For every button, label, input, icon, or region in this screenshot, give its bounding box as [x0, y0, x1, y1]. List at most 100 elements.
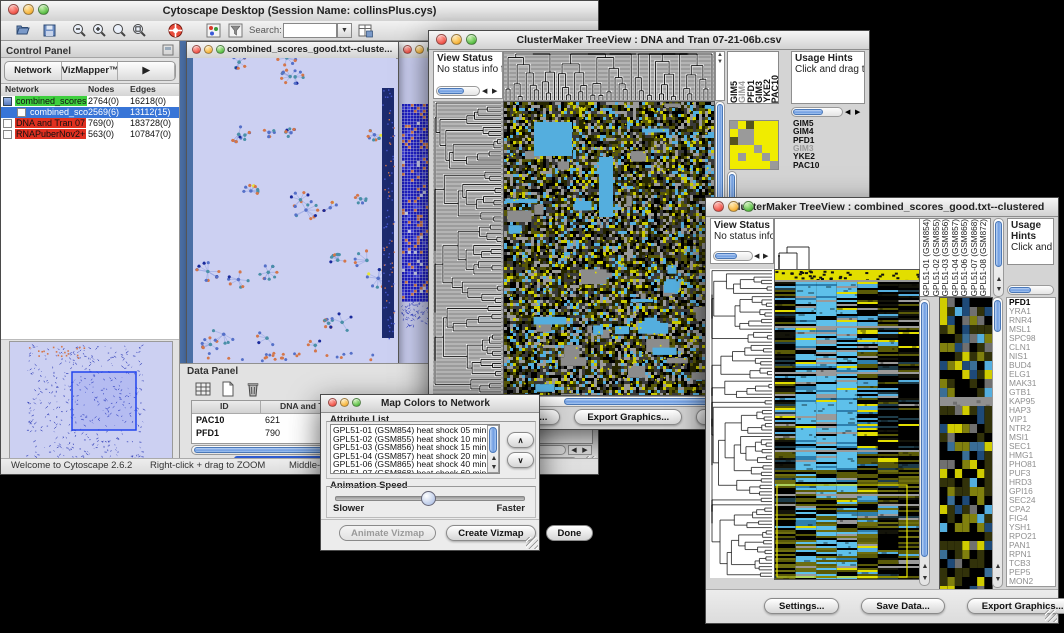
zoomview-vscrollbar[interactable]: ▲▼ — [992, 297, 1003, 588]
column-label[interactable]: GPL51-07 (GSM868) — [970, 219, 980, 296]
dialog-button[interactable]: Create Vizmap — [446, 525, 535, 541]
zoom-heatmap-canvas[interactable] — [729, 120, 779, 170]
column-label[interactable]: GPL51-04 (GSM857) — [951, 219, 961, 296]
scroll-left-icon[interactable]: ◀ — [754, 252, 759, 260]
view-status-hscrollbar[interactable] — [713, 251, 753, 261]
column-dendrogram-canvas[interactable] — [503, 51, 715, 103]
col-edges[interactable]: Edges — [130, 84, 156, 94]
dialog-button[interactable]: Animate Vizmap — [339, 525, 436, 541]
minimize-icon[interactable] — [415, 45, 424, 54]
resize-grip[interactable] — [526, 537, 538, 549]
scroll-right-icon[interactable]: ▶ — [855, 108, 860, 116]
move-up-button[interactable]: ∧ — [507, 432, 534, 448]
control-panel-tab[interactable]: Network — [5, 62, 62, 80]
treeview-button[interactable]: Export Graphics... — [574, 409, 682, 425]
close-icon[interactable] — [8, 4, 19, 15]
view-status-hscrollbar[interactable] — [436, 86, 480, 96]
col-network[interactable]: Network — [5, 84, 39, 94]
close-icon[interactable] — [192, 45, 201, 54]
zoom-window-icon[interactable] — [743, 201, 754, 212]
control-panel-tab[interactable]: VizMapper™ — [62, 62, 119, 80]
network-row[interactable]: DNA and Tran 07 769(0) 183728(0) — [1, 118, 179, 129]
resize-grip[interactable] — [1045, 610, 1057, 622]
search-input[interactable] — [283, 23, 337, 38]
row-dendrogram-canvas[interactable] — [433, 101, 503, 394]
animation-speed-slider[interactable] — [335, 496, 525, 501]
slider-thumb[interactable] — [421, 491, 436, 506]
network-view-canvas-1[interactable] — [187, 58, 396, 363]
treeview2-titlebar[interactable]: ClusterMaker TreeView : combined_scores_… — [706, 198, 1058, 217]
treeview-button[interactable]: Settings... — [764, 598, 839, 614]
column-dendrogram-canvas[interactable] — [774, 218, 921, 271]
gene-label[interactable]: MON2 — [1009, 577, 1055, 586]
network-row[interactable]: combined_sco 2569(6) 13112(15) — [1, 107, 179, 118]
zoom-selected-icon[interactable] — [111, 22, 128, 39]
dialog-titlebar[interactable]: Map Colors to Network — [321, 395, 539, 413]
dialog-button[interactable]: Done — [546, 525, 594, 541]
close-icon[interactable] — [403, 45, 412, 54]
network-row[interactable]: RNAPuberNov2+ 563(0) 107847(0) — [1, 129, 179, 140]
attribute-list-item[interactable]: GPL51-07 (GSM868) heat shock 60 min — [331, 469, 499, 474]
minimize-icon[interactable] — [728, 201, 739, 212]
attribute-list-vscrollbar[interactable]: ▲▼ — [487, 425, 499, 473]
column-label[interactable]: GPL51-01 (GSM854) — [922, 219, 932, 296]
network-overview-canvas[interactable] — [9, 341, 173, 466]
column-label[interactable]: GIM4 — [737, 81, 745, 103]
column-label[interactable]: GPL51-06 (GSM865) — [960, 219, 970, 296]
frame1-titlebar[interactable]: combined_scores_good.txt--cluste... — [187, 42, 398, 59]
table-view-icon[interactable] — [194, 380, 211, 397]
minimize-icon[interactable] — [204, 45, 213, 54]
heatmap-vscrollbar[interactable]: ▲▼ — [919, 299, 930, 586]
zoom-window-icon[interactable] — [38, 4, 49, 15]
zoom-row-label[interactable]: PAC10 — [793, 161, 865, 169]
treeview1-titlebar[interactable]: ClusterMaker TreeView : DNA and Tran 07-… — [429, 31, 869, 50]
column-label[interactable]: GPL51-03 (GSM856) — [941, 219, 951, 296]
zoom-fit-icon[interactable] — [131, 22, 148, 39]
treeview-button[interactable]: Save Data... — [861, 598, 944, 614]
move-down-button[interactable]: ∨ — [507, 452, 534, 468]
main-titlebar[interactable]: Cytoscape Desktop (Session Name: collins… — [1, 1, 598, 22]
close-icon[interactable] — [328, 398, 337, 407]
zoom-heatmap-canvas[interactable] — [939, 297, 993, 590]
zoom-window-icon[interactable] — [466, 34, 477, 45]
scroll-left-icon[interactable]: ◀ — [845, 108, 850, 116]
row-dendrogram-canvas[interactable] — [710, 269, 774, 578]
close-icon[interactable] — [713, 201, 724, 212]
column-label[interactable]: PFD1 — [746, 80, 754, 103]
global-heatmap-canvas[interactable] — [774, 269, 920, 580]
usage-hscrollbar[interactable] — [1007, 285, 1054, 295]
column-label[interactable]: GPL51-02 (GSM855) — [932, 219, 942, 296]
column-label[interactable]: GPL51-08 (GSM872) — [979, 219, 989, 296]
network-row[interactable]: combined_scores 2764(0) 16218(0) — [1, 96, 179, 107]
minimize-icon[interactable] — [340, 398, 349, 407]
vizmap-icon[interactable] — [205, 22, 222, 39]
attribute-list[interactable]: GPL51-01 (GSM854) heat shock 05 minGPL51… — [330, 424, 500, 474]
data-panel-hscroll-arrows[interactable]: ◀▶ — [568, 445, 592, 455]
scroll-right-icon[interactable]: ▶ — [763, 252, 768, 260]
col-nodes[interactable]: Nodes — [88, 84, 114, 94]
help-icon[interactable] — [167, 22, 184, 39]
new-attribute-icon[interactable] — [219, 380, 236, 397]
control-panel-tab[interactable]: ▶ — [118, 62, 175, 80]
global-heatmap-canvas[interactable] — [503, 101, 715, 396]
search-dropdown-icon[interactable]: ▼ — [337, 23, 352, 38]
zoom-window-icon[interactable] — [216, 45, 225, 54]
column-label[interactable]: GIM3 — [754, 81, 762, 103]
column-label[interactable]: PAC10 — [770, 75, 778, 103]
filter-icon[interactable] — [227, 22, 244, 39]
save-icon[interactable] — [41, 22, 58, 39]
attribute-table-icon[interactable] — [357, 22, 374, 39]
minimize-icon[interactable] — [451, 34, 462, 45]
scroll-left-icon[interactable]: ◀ — [482, 87, 487, 95]
zoom-out-icon[interactable] — [71, 22, 88, 39]
usage-hscrollbar[interactable] — [791, 107, 843, 117]
scroll-right-icon[interactable]: ▶ — [492, 87, 497, 95]
column-scroll-strip[interactable]: ▲ ▼ — [715, 51, 725, 101]
delete-attribute-icon[interactable] — [244, 380, 261, 397]
float-panel-icon[interactable] — [162, 43, 174, 61]
column-labels-vscrollbar[interactable]: ▲▼ — [993, 218, 1004, 297]
close-icon[interactable] — [436, 34, 447, 45]
minimize-icon[interactable] — [23, 4, 34, 15]
attr-col-id[interactable]: ID — [220, 401, 229, 411]
zoom-in-icon[interactable] — [91, 22, 108, 39]
